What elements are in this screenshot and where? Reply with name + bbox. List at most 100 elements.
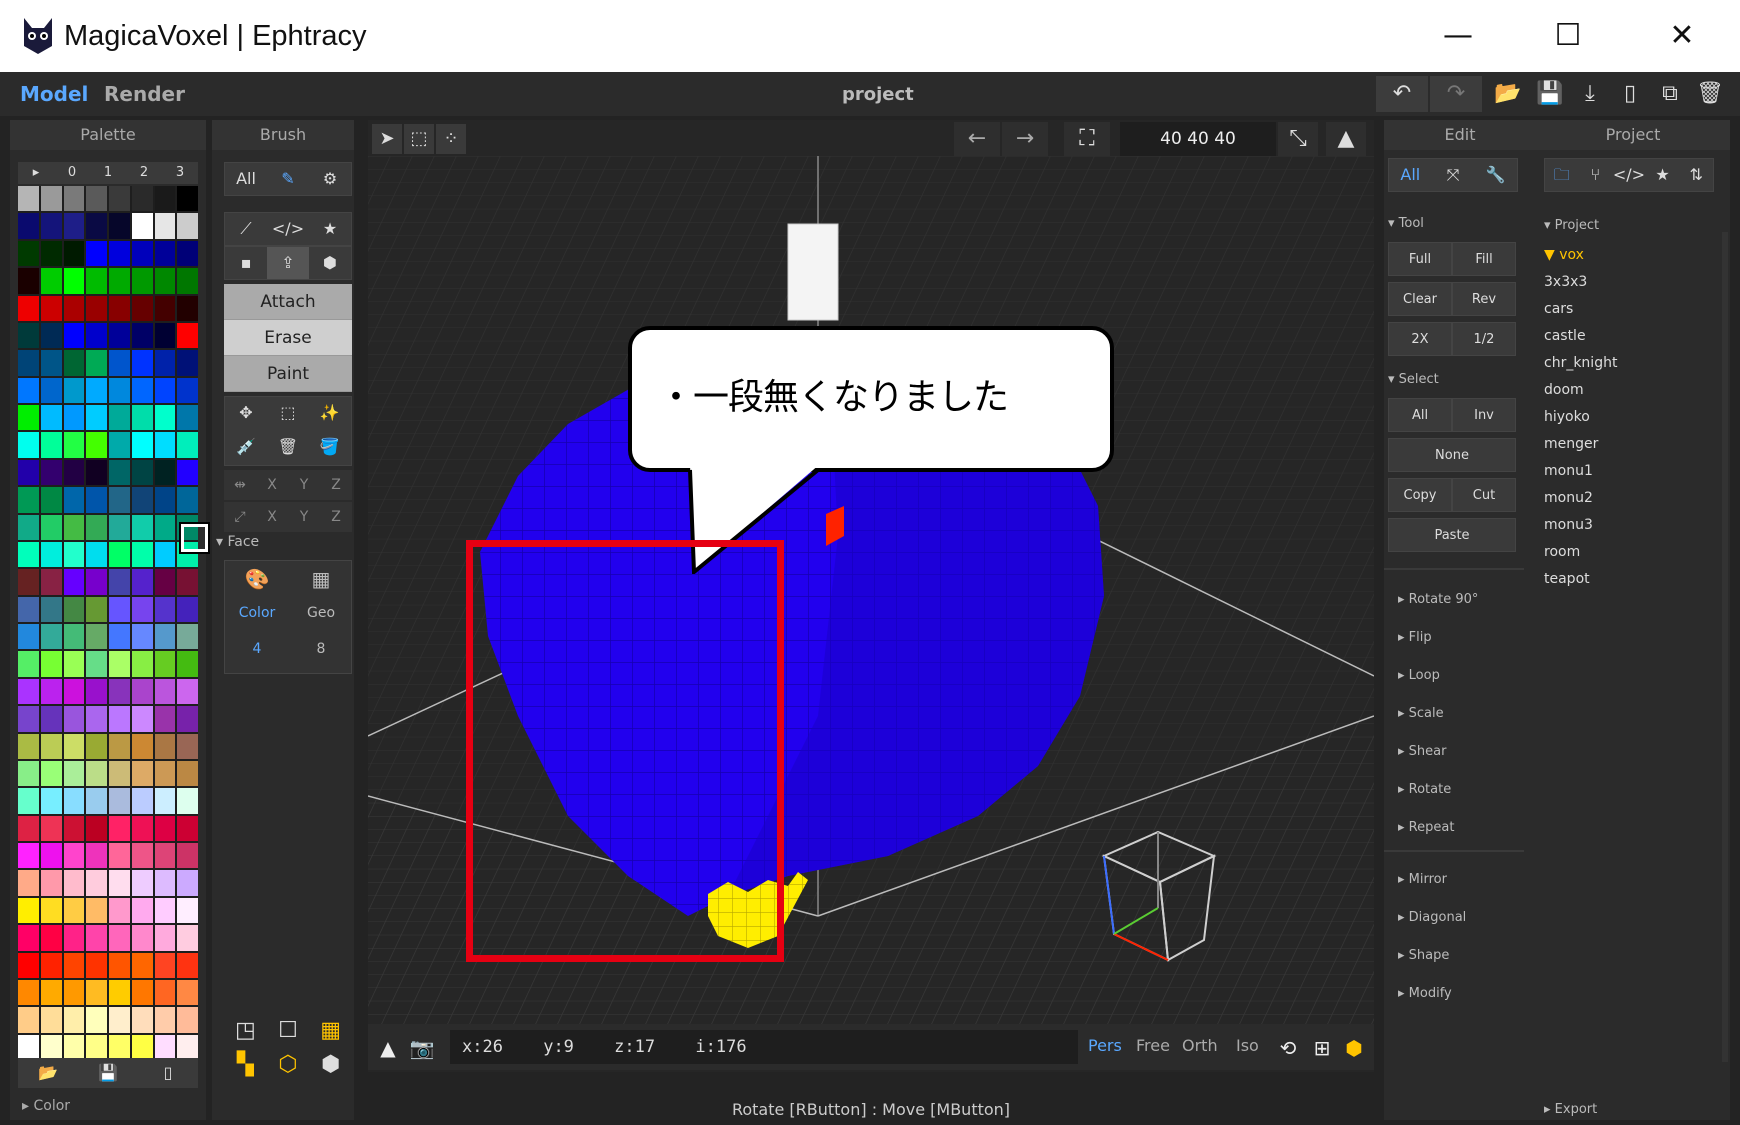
palette-swatch[interactable] <box>63 1034 85 1060</box>
palette-swatch[interactable] <box>109 760 130 787</box>
palette-swatch[interactable] <box>177 596 198 622</box>
layout-icon[interactable]: ◳ <box>224 1014 267 1048</box>
palette-swatch[interactable] <box>63 459 85 486</box>
copy-button[interactable]: Copy <box>1388 478 1452 512</box>
shrink-icon[interactable]: ⤡ <box>1278 122 1318 156</box>
palette-swatch[interactable] <box>131 405 153 431</box>
project-item[interactable]: teapot <box>1536 566 1726 593</box>
palette-swatch[interactable] <box>131 952 153 978</box>
palette-swatch[interactable] <box>63 213 85 239</box>
palette-swatch[interactable] <box>63 1007 85 1033</box>
palette-swatch[interactable] <box>86 596 107 622</box>
diagonal-section[interactable]: ▸ Diagonal <box>1398 910 1466 925</box>
palette-swatch[interactable] <box>40 350 62 376</box>
palette-swatch[interactable] <box>63 843 85 869</box>
flip-section[interactable]: ▸ Flip <box>1398 630 1432 645</box>
palette-swatch[interactable] <box>86 733 107 759</box>
maximize-button[interactable]: ☐ <box>1538 14 1598 58</box>
erase-mode-button[interactable]: Erase <box>224 320 352 356</box>
palette-swatch[interactable] <box>154 1034 176 1060</box>
move-icon[interactable]: ✥ <box>225 397 267 431</box>
palette-swatch[interactable] <box>109 295 130 321</box>
project-item[interactable]: cars <box>1536 296 1726 323</box>
palette-swatch[interactable] <box>63 377 85 403</box>
palette-swatch[interactable] <box>18 514 39 540</box>
palette-swatch[interactable] <box>131 350 153 376</box>
brush-pen-icon[interactable]: ✎ <box>267 163 309 195</box>
palette-swatch[interactable] <box>109 487 130 513</box>
palette-page-arrow[interactable]: ▸ <box>18 162 54 184</box>
arrow-left-icon[interactable]: ← <box>954 122 1000 156</box>
download-icon[interactable]: ⤓ <box>1574 78 1606 110</box>
palette-swatch[interactable] <box>109 624 130 650</box>
palette-swatch[interactable] <box>109 377 130 403</box>
palette-swatch[interactable] <box>131 651 153 677</box>
palette-swatch[interactable] <box>177 213 198 239</box>
palette-swatch[interactable] <box>177 268 198 294</box>
palette-swatch[interactable] <box>154 295 176 321</box>
project-item[interactable]: chr_knight <box>1536 350 1726 377</box>
palette-swatch[interactable] <box>40 1007 62 1033</box>
palette-swatch[interactable] <box>18 706 39 732</box>
project-scrollbar[interactable] <box>1722 232 1728 1062</box>
palette-swatch[interactable] <box>63 432 85 458</box>
palette-swatch[interactable] <box>86 514 107 540</box>
palette-swatch[interactable] <box>109 432 130 458</box>
palette-swatch[interactable] <box>18 788 39 814</box>
palette-swatch[interactable] <box>131 925 153 951</box>
palette-swatch[interactable] <box>154 350 176 376</box>
face-brush-icon[interactable]: ⇪ <box>267 247 309 279</box>
tool-group-label[interactable]: ▾ Tool <box>1388 216 1424 231</box>
cube-solid-icon[interactable]: ⬢ <box>309 1048 352 1082</box>
code-brush-icon[interactable]: </> <box>267 213 309 245</box>
palette-swatch[interactable] <box>177 377 198 403</box>
palette-swatch[interactable] <box>131 240 153 267</box>
palette-swatch[interactable] <box>18 1007 39 1033</box>
project-group-label[interactable]: ▾ Project <box>1536 212 1599 239</box>
palette-swatch[interactable] <box>40 186 62 212</box>
close-button[interactable]: ✕ <box>1652 14 1712 58</box>
palette-swatch[interactable] <box>86 268 107 294</box>
arrow-right-icon[interactable]: → <box>1002 122 1048 156</box>
palette-swatch[interactable] <box>154 487 176 513</box>
palette-swatch[interactable] <box>86 843 107 869</box>
palette-swatch[interactable] <box>177 624 198 650</box>
palette-swatch[interactable] <box>40 979 62 1006</box>
palette-swatch[interactable] <box>131 377 153 403</box>
palette-swatch[interactable] <box>18 377 39 403</box>
palette-swatch[interactable] <box>154 952 176 978</box>
palette-swatch[interactable] <box>18 240 39 267</box>
palette-swatch[interactable] <box>177 350 198 376</box>
line-brush-icon[interactable]: ⟋ <box>225 213 267 245</box>
select-all-button[interactable]: All <box>1388 398 1452 432</box>
view-pers-button[interactable]: Pers <box>1088 1036 1122 1055</box>
palette-swatch[interactable] <box>40 459 62 486</box>
palette-swatch[interactable] <box>63 706 85 732</box>
palette-swatch[interactable] <box>177 897 198 924</box>
palette-swatch[interactable] <box>86 377 107 403</box>
palette-swatch[interactable] <box>131 213 153 239</box>
palette-save-icon[interactable]: 💾 <box>78 1058 138 1088</box>
palette-file-icon[interactable]: ▯ <box>138 1058 198 1088</box>
palette-swatch[interactable] <box>177 952 198 978</box>
palette-swatch[interactable] <box>18 405 39 431</box>
palette-swatch[interactable] <box>63 268 85 294</box>
tab-model[interactable]: Model <box>20 82 88 106</box>
palette-swatch[interactable] <box>40 1034 62 1060</box>
palette-swatch[interactable] <box>18 624 39 650</box>
palette-swatch[interactable] <box>109 240 130 267</box>
palette-swatch[interactable] <box>86 925 107 951</box>
palette-swatch[interactable] <box>86 1007 107 1033</box>
palette-swatch[interactable] <box>40 541 62 568</box>
palette-swatch[interactable] <box>18 459 39 486</box>
palette-swatch[interactable] <box>40 760 62 787</box>
new-file-icon[interactable]: ▯ <box>1614 78 1646 110</box>
star-brush-icon[interactable]: ★ <box>309 213 351 245</box>
palette-swatch[interactable] <box>18 213 39 239</box>
edit-all-button[interactable]: All <box>1389 159 1432 191</box>
palette-swatch[interactable] <box>154 514 176 540</box>
palette-swatch[interactable] <box>131 322 153 349</box>
palette-swatch[interactable] <box>86 870 107 896</box>
palette-swatch[interactable] <box>177 1034 198 1060</box>
palette-swatch[interactable] <box>154 405 176 431</box>
